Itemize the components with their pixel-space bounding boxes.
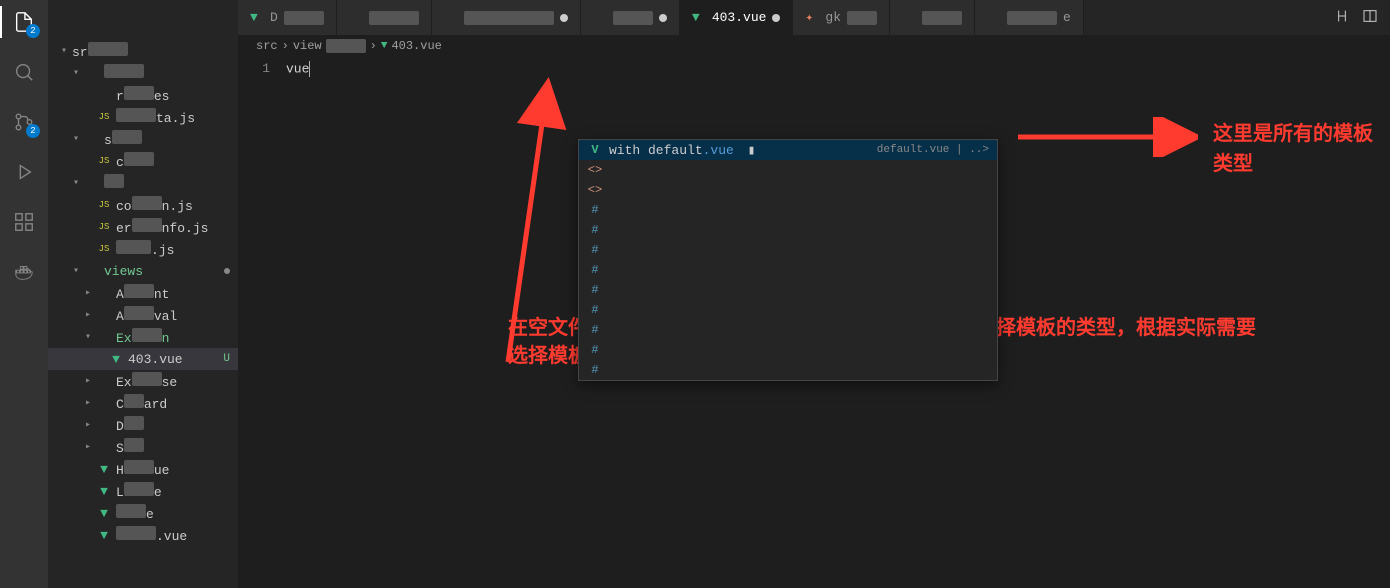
dirty-indicator-icon — [560, 14, 568, 22]
text-cursor — [309, 61, 310, 77]
split-editor-icon[interactable] — [1362, 8, 1378, 28]
suggest-item[interactable]: <> — [579, 160, 997, 180]
suggest-kind-icon: # — [587, 243, 603, 257]
suggest-item[interactable]: #</span><span> postcss-scoped</span><spa… — [579, 280, 997, 300]
editor-tab[interactable]: ▼403.vue — [680, 0, 794, 35]
tree-root[interactable]: ▾ sr — [48, 40, 238, 62]
tree-item[interactable]: ▾s — [48, 128, 238, 150]
suggest-kind-icon: # — [587, 343, 603, 357]
scm-icon[interactable]: 2 — [10, 108, 38, 136]
tree-item[interactable]: ▼Hue — [48, 458, 238, 480]
explorer-badge: 2 — [26, 24, 40, 38]
docker-icon[interactable] — [10, 258, 38, 286]
suggest-item[interactable]: #</span><span> sass</span><span class="k… — [579, 340, 997, 360]
js-file-icon: JS — [96, 244, 112, 254]
dirty-indicator-icon — [659, 14, 667, 22]
js-file-icon: JS — [96, 222, 112, 232]
compare-changes-icon[interactable] — [1334, 8, 1350, 28]
explorer-icon[interactable]: 2 — [10, 8, 38, 36]
suggest-item[interactable]: #</span><span> less</span><span class="k… — [579, 260, 997, 280]
tree-item[interactable]: ▼e — [48, 502, 238, 524]
tree-item[interactable]: ▼.vue — [48, 524, 238, 546]
line-number: 1 — [238, 61, 286, 80]
annotation-right: 这里是所有的模板类型 — [1213, 117, 1390, 177]
tree-item[interactable]: JScon.js — [48, 194, 238, 216]
tree-item[interactable]: ▾views — [48, 260, 238, 282]
suggest-kind-icon: # — [587, 223, 603, 237]
tree-item[interactable]: ▸Ant — [48, 282, 238, 304]
dirty-indicator-icon — [772, 14, 780, 22]
suggest-item[interactable]: #</span><span> postcss</span><span class… — [579, 300, 997, 320]
search-icon[interactable] — [10, 58, 38, 86]
vue-file-icon: ▼ — [96, 484, 112, 499]
suggest-item[interactable]: #</span><span> less-scoped</span><span c… — [579, 240, 997, 260]
suggest-kind-icon: <> — [587, 163, 603, 177]
suggest-kind-icon: # — [587, 363, 603, 377]
tree-item[interactable]: ▾Exn — [48, 326, 238, 348]
editor-tab[interactable] — [890, 0, 975, 35]
tree-item[interactable]: JSta.js — [48, 106, 238, 128]
tree-item[interactable]: ▸Aval — [48, 304, 238, 326]
tree-item[interactable]: ▾ — [48, 172, 238, 194]
suggest-kind-icon: # — [587, 263, 603, 277]
tree-item[interactable]: ▸Exse — [48, 370, 238, 392]
suggest-item[interactable]: #</span><span> css-scoped</span><span cl… — [579, 200, 997, 220]
vue-file-icon: ▼ — [96, 506, 112, 521]
vue-file-icon: ▼ — [692, 10, 706, 25]
tree-item[interactable]: res — [48, 84, 238, 106]
suggest-kind-icon: # — [587, 283, 603, 297]
suggest-item[interactable]: #</span><span> scss-scoped</span><span c… — [579, 360, 997, 380]
debug-icon[interactable] — [10, 158, 38, 186]
extensions-icon[interactable] — [10, 208, 38, 236]
tree-item[interactable]: ▸Card — [48, 392, 238, 414]
vue-file-icon: ▼ — [108, 352, 124, 367]
suggest-kind-icon: <> — [587, 183, 603, 197]
js-file-icon: JS — [96, 112, 112, 122]
editor-tab[interactable] — [432, 0, 581, 35]
sidebar: ▾ sr ▾resJSta.js▾sJSc▾JScon.jsJSernfo.js… — [48, 0, 238, 588]
breadcrumb[interactable]: src› view› ▼ 403.vue — [238, 35, 1390, 57]
tree-item[interactable]: ▾ — [48, 62, 238, 84]
editor-tab[interactable]: ✦gk — [793, 0, 890, 35]
suggest-item[interactable]: #</span><span> sass-scoped</span><span c… — [579, 320, 997, 340]
suggest-kind-icon: # — [587, 203, 603, 217]
js-file-icon: JS — [96, 200, 112, 210]
editor-tab[interactable]: ▼D — [238, 0, 337, 35]
scm-badge: 2 — [26, 124, 40, 138]
git-file-icon: ✦ — [805, 10, 819, 25]
suggest-item[interactable]: <> — [579, 180, 997, 200]
tree-item[interactable]: JSc — [48, 150, 238, 172]
suggest-kind-icon: # — [587, 303, 603, 317]
activity-bar: 2 2 — [0, 0, 48, 588]
tree-item[interactable]: ▸S — [48, 436, 238, 458]
editor-tab[interactable]: e — [975, 0, 1084, 35]
tree-item[interactable]: ▼403.vueU — [48, 348, 238, 370]
tree-item[interactable]: ▸D — [48, 414, 238, 436]
editor-main: ··· ▼D▼403.vue✦gke src› view› ▼ 403.vue … — [238, 0, 1390, 588]
suggest-item[interactable]: #</span><span> css</span><span class="kw… — [579, 220, 997, 240]
tree-item[interactable]: JSernfo.js — [48, 216, 238, 238]
code-editor[interactable]: 1 vue V with default.vue ▮default.vue | … — [238, 57, 1390, 588]
vue-file-icon: ▼ — [96, 462, 112, 477]
vue-file-icon: ▼ — [96, 528, 112, 543]
vue-file-icon: ▼ — [250, 10, 264, 25]
editor-tab[interactable] — [581, 0, 680, 35]
tab-bar: ▼D ▼403.vue✦gk e — [238, 0, 1390, 35]
intellisense-popup[interactable]: V with default.vue ▮default.vue | ..> <> <… — [578, 139, 998, 381]
suggest-item[interactable]: V with default.vue ▮default.vue | ..> — [579, 140, 997, 160]
editor-tab[interactable] — [337, 0, 432, 35]
tree-item[interactable]: JS.js — [48, 238, 238, 260]
suggest-kind-icon: # — [587, 323, 603, 337]
suggest-kind-icon: V — [587, 143, 603, 157]
js-file-icon: JS — [96, 156, 112, 166]
tree-item[interactable]: ▼Le — [48, 480, 238, 502]
